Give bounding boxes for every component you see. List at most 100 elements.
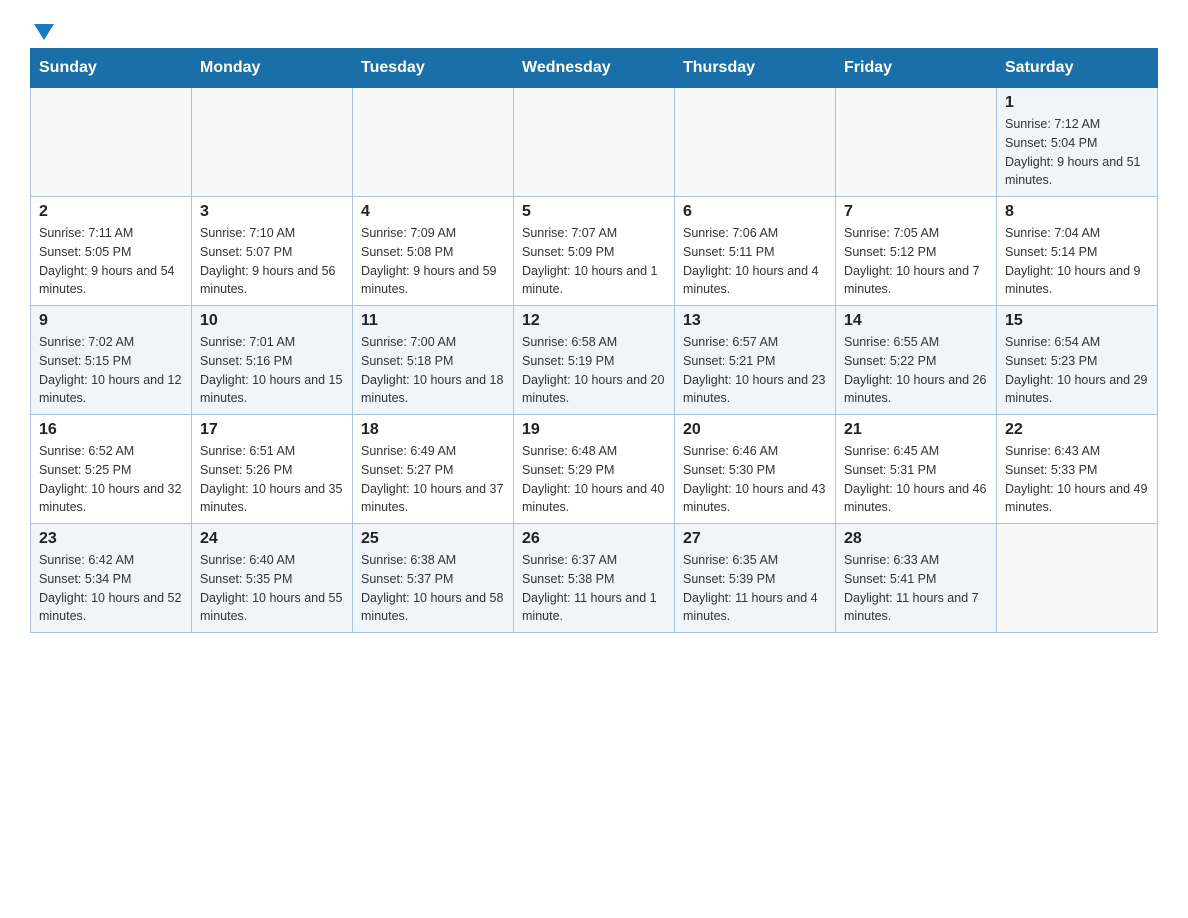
calendar-week-row: 2Sunrise: 7:11 AMSunset: 5:05 PMDaylight…	[31, 197, 1158, 306]
logo	[30, 20, 54, 38]
day-info: Sunrise: 6:54 AMSunset: 5:23 PMDaylight:…	[1005, 333, 1149, 408]
day-info: Sunrise: 6:45 AMSunset: 5:31 PMDaylight:…	[844, 442, 988, 517]
calendar-cell: 24 Sunrise: 6:40 AMSunset: 5:35 PMDayligh…	[192, 524, 353, 633]
day-info: Sunrise: 7:07 AMSunset: 5:09 PMDaylight:…	[522, 224, 666, 299]
calendar-cell	[514, 88, 675, 197]
day-info: Sunrise: 6:35 AMSunset: 5:39 PMDaylight:…	[683, 551, 827, 626]
day-info: Sunrise: 6:58 AMSunset: 5:19 PMDaylight:…	[522, 333, 666, 408]
calendar-cell: 9Sunrise: 7:02 AMSunset: 5:15 PMDaylight…	[31, 306, 192, 415]
calendar-cell: 16 Sunrise: 6:52 AMSunset: 5:25 PMDayligh…	[31, 415, 192, 524]
calendar-cell: 4 Sunrise: 7:09 AMSunset: 5:08 PMDaylight…	[353, 197, 514, 306]
day-number: 16	[39, 421, 183, 439]
calendar-table: SundayMondayTuesdayWednesdayThursdayFrid…	[30, 48, 1158, 633]
day-number: 19	[522, 421, 666, 439]
calendar-cell	[31, 88, 192, 197]
calendar-cell: 5 Sunrise: 7:07 AMSunset: 5:09 PMDaylight…	[514, 197, 675, 306]
calendar-cell: 11 Sunrise: 7:00 AMSunset: 5:18 PMDayligh…	[353, 306, 514, 415]
day-number: 23	[39, 530, 183, 548]
day-of-week-header: Tuesday	[353, 49, 514, 88]
day-info: Sunrise: 6:49 AMSunset: 5:27 PMDaylight:…	[361, 442, 505, 517]
calendar-cell: 20 Sunrise: 6:46 AMSunset: 5:30 PMDayligh…	[675, 415, 836, 524]
calendar-cell: 12 Sunrise: 6:58 AMSunset: 5:19 PMDayligh…	[514, 306, 675, 415]
day-number: 26	[522, 530, 666, 548]
day-info: Sunrise: 7:09 AMSunset: 5:08 PMDaylight:…	[361, 224, 505, 299]
day-of-week-header: Sunday	[31, 49, 192, 88]
day-number: 27	[683, 530, 827, 548]
day-info: Sunrise: 6:52 AMSunset: 5:25 PMDaylight:…	[39, 442, 183, 517]
day-number: 28	[844, 530, 988, 548]
day-info: Sunrise: 6:43 AMSunset: 5:33 PMDaylight:…	[1005, 442, 1149, 517]
day-number: 12	[522, 312, 666, 330]
day-info: Sunrise: 6:40 AMSunset: 5:35 PMDaylight:…	[200, 551, 344, 626]
day-number: 20	[683, 421, 827, 439]
day-info: Sunrise: 6:48 AMSunset: 5:29 PMDaylight:…	[522, 442, 666, 517]
calendar-week-row: 1 Sunrise: 7:12 AMSunset: 5:04 PMDaylight…	[31, 88, 1158, 197]
day-number: 17	[200, 421, 344, 439]
calendar-cell: 13 Sunrise: 6:57 AMSunset: 5:21 PMDayligh…	[675, 306, 836, 415]
calendar-cell	[675, 88, 836, 197]
calendar-week-row: 9Sunrise: 7:02 AMSunset: 5:15 PMDaylight…	[31, 306, 1158, 415]
calendar-cell: 27 Sunrise: 6:35 AMSunset: 5:39 PMDayligh…	[675, 524, 836, 633]
day-info: Sunrise: 6:33 AMSunset: 5:41 PMDaylight:…	[844, 551, 988, 626]
calendar-cell: 21 Sunrise: 6:45 AMSunset: 5:31 PMDayligh…	[836, 415, 997, 524]
calendar-cell: 26 Sunrise: 6:37 AMSunset: 5:38 PMDayligh…	[514, 524, 675, 633]
day-number: 21	[844, 421, 988, 439]
calendar-cell: 23 Sunrise: 6:42 AMSunset: 5:34 PMDayligh…	[31, 524, 192, 633]
day-info: Sunrise: 6:51 AMSunset: 5:26 PMDaylight:…	[200, 442, 344, 517]
calendar-cell	[192, 88, 353, 197]
day-info: Sunrise: 6:46 AMSunset: 5:30 PMDaylight:…	[683, 442, 827, 517]
day-info: Sunrise: 7:00 AMSunset: 5:18 PMDaylight:…	[361, 333, 505, 408]
calendar-cell: 28 Sunrise: 6:33 AMSunset: 5:41 PMDayligh…	[836, 524, 997, 633]
day-info: Sunrise: 6:37 AMSunset: 5:38 PMDaylight:…	[522, 551, 666, 626]
calendar-cell: 1 Sunrise: 7:12 AMSunset: 5:04 PMDaylight…	[997, 88, 1158, 197]
day-number: 25	[361, 530, 505, 548]
calendar-cell: 18 Sunrise: 6:49 AMSunset: 5:27 PMDayligh…	[353, 415, 514, 524]
calendar-cell: 25 Sunrise: 6:38 AMSunset: 5:37 PMDayligh…	[353, 524, 514, 633]
calendar-cell: 19 Sunrise: 6:48 AMSunset: 5:29 PMDayligh…	[514, 415, 675, 524]
calendar-cell: 3 Sunrise: 7:10 AMSunset: 5:07 PMDaylight…	[192, 197, 353, 306]
calendar-cell: 8Sunrise: 7:04 AMSunset: 5:14 PMDaylight…	[997, 197, 1158, 306]
day-info: Sunrise: 7:06 AMSunset: 5:11 PMDaylight:…	[683, 224, 827, 299]
calendar-cell: 7 Sunrise: 7:05 AMSunset: 5:12 PMDaylight…	[836, 197, 997, 306]
day-info: Sunrise: 7:12 AMSunset: 5:04 PMDaylight:…	[1005, 115, 1149, 190]
logo-arrow-icon	[34, 24, 54, 40]
day-number: 14	[844, 312, 988, 330]
day-number: 15	[1005, 312, 1149, 330]
day-of-week-header: Wednesday	[514, 49, 675, 88]
day-number: 1	[1005, 94, 1149, 112]
day-of-week-header: Monday	[192, 49, 353, 88]
day-number: 5	[522, 203, 666, 221]
day-number: 8	[1005, 203, 1149, 221]
calendar-cell: 15 Sunrise: 6:54 AMSunset: 5:23 PMDayligh…	[997, 306, 1158, 415]
day-info: Sunrise: 7:10 AMSunset: 5:07 PMDaylight:…	[200, 224, 344, 299]
day-of-week-header: Thursday	[675, 49, 836, 88]
day-info: Sunrise: 7:05 AMSunset: 5:12 PMDaylight:…	[844, 224, 988, 299]
day-number: 6	[683, 203, 827, 221]
day-number: 10	[200, 312, 344, 330]
calendar-cell: 2Sunrise: 7:11 AMSunset: 5:05 PMDaylight…	[31, 197, 192, 306]
calendar-cell: 10 Sunrise: 7:01 AMSunset: 5:16 PMDayligh…	[192, 306, 353, 415]
day-of-week-header: Friday	[836, 49, 997, 88]
day-info: Sunrise: 7:11 AMSunset: 5:05 PMDaylight:…	[39, 224, 183, 299]
day-number: 4	[361, 203, 505, 221]
calendar-cell: 22 Sunrise: 6:43 AMSunset: 5:33 PMDayligh…	[997, 415, 1158, 524]
day-number: 13	[683, 312, 827, 330]
day-info: Sunrise: 7:01 AMSunset: 5:16 PMDaylight:…	[200, 333, 344, 408]
calendar-cell: 6 Sunrise: 7:06 AMSunset: 5:11 PMDaylight…	[675, 197, 836, 306]
day-number: 22	[1005, 421, 1149, 439]
day-number: 11	[361, 312, 505, 330]
calendar-cell	[836, 88, 997, 197]
day-number: 24	[200, 530, 344, 548]
calendar-week-row: 23 Sunrise: 6:42 AMSunset: 5:34 PMDayligh…	[31, 524, 1158, 633]
calendar-cell	[997, 524, 1158, 633]
calendar-header-row: SundayMondayTuesdayWednesdayThursdayFrid…	[31, 49, 1158, 88]
day-info: Sunrise: 6:42 AMSunset: 5:34 PMDaylight:…	[39, 551, 183, 626]
page-header	[30, 20, 1158, 38]
day-info: Sunrise: 6:57 AMSunset: 5:21 PMDaylight:…	[683, 333, 827, 408]
calendar-cell: 17 Sunrise: 6:51 AMSunset: 5:26 PMDayligh…	[192, 415, 353, 524]
day-number: 7	[844, 203, 988, 221]
day-info: Sunrise: 6:38 AMSunset: 5:37 PMDaylight:…	[361, 551, 505, 626]
day-of-week-header: Saturday	[997, 49, 1158, 88]
day-number: 18	[361, 421, 505, 439]
day-number: 3	[200, 203, 344, 221]
